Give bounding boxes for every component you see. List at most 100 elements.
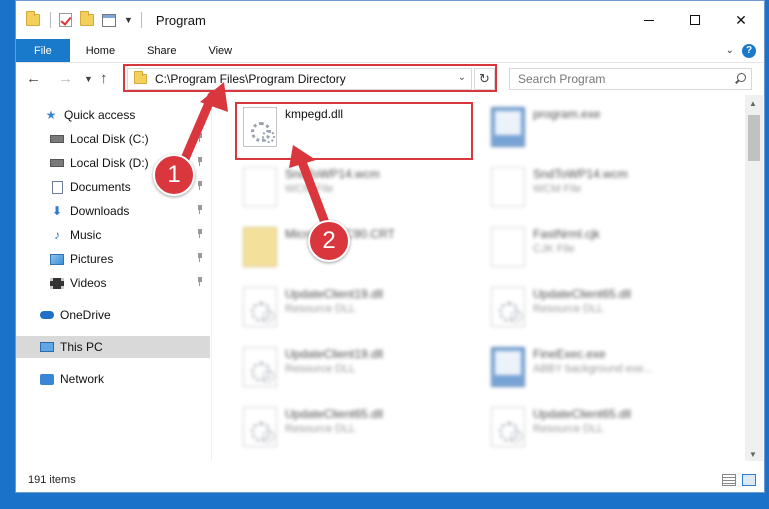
forward-arrow-icon[interactable]: → xyxy=(58,70,73,87)
step-2-badge: 2 xyxy=(308,220,350,262)
pin-icon xyxy=(196,253,204,263)
list-item[interactable]: SndToWP14.wcm WCM File xyxy=(485,159,725,215)
back-arrow-icon[interactable]: ← xyxy=(26,70,41,87)
sidebar-item-label: Pictures xyxy=(70,252,114,266)
tab-file[interactable]: File xyxy=(16,39,70,62)
help-button[interactable]: ? xyxy=(742,43,756,58)
documents-icon xyxy=(50,180,64,194)
star-icon: ★ xyxy=(45,108,57,122)
computer-icon xyxy=(40,340,54,354)
scroll-up-icon[interactable]: ▲ xyxy=(749,99,757,108)
file-name: UpdateClient19.dll xyxy=(285,347,384,361)
sidebar-item-label: Downloads xyxy=(70,204,130,218)
sidebar-item-label: Network xyxy=(60,372,105,386)
sidebar-item-label: OneDrive xyxy=(60,308,111,322)
sidebar-item-music[interactable]: ♪ Music xyxy=(16,224,210,246)
list-item[interactable]: SndToWP14.wcm WCM File xyxy=(237,159,477,215)
sidebar-item-label: Local Disk (D:) xyxy=(70,156,149,170)
search-icon[interactable] xyxy=(735,73,746,83)
file-name: FineExec.exe xyxy=(533,347,606,361)
sidebar-item-network[interactable]: Network xyxy=(16,368,210,390)
window-title: Program xyxy=(155,12,206,28)
file-type: Resource DLL xyxy=(285,423,356,435)
ribbon-right: ⌄ ? xyxy=(726,39,764,62)
file-name: UpdateClient65.dll xyxy=(285,407,384,421)
list-item[interactable]: program.exe xyxy=(485,99,725,155)
scrollbar-thumb[interactable] xyxy=(748,115,760,161)
file-name: UpdateClient65.dll xyxy=(533,287,632,301)
videos-icon xyxy=(50,276,64,290)
step-1-badge: 1 xyxy=(153,154,195,196)
sidebar-item-label: Quick access xyxy=(64,108,136,122)
close-button[interactable]: ✕ xyxy=(718,1,764,39)
minimize-button[interactable] xyxy=(626,1,672,39)
list-item[interactable]: FastNrml.cjk CJK File xyxy=(485,219,725,275)
expand-ribbon-chevron-icon[interactable]: ⌄ xyxy=(726,45,734,56)
file-name: UpdateClient19.dll xyxy=(285,287,384,301)
file-type: Resource DLL xyxy=(285,363,356,375)
list-item[interactable]: UpdateClient19.dll Resource DLL xyxy=(237,279,477,335)
sidebar-item-pictures[interactable]: Pictures xyxy=(16,248,210,270)
sidebar-item-videos[interactable]: Videos xyxy=(16,272,210,294)
folder-icon xyxy=(243,227,277,267)
sidebar-item-onedrive[interactable]: OneDrive xyxy=(16,304,210,326)
file-type: CJK File xyxy=(533,243,575,255)
exe-file-icon xyxy=(491,347,525,387)
quick-access-toolbar: ▼ xyxy=(26,11,150,28)
exe-file-icon xyxy=(491,107,525,147)
properties-check-icon[interactable] xyxy=(59,13,72,27)
sidebar-item-label: Documents xyxy=(70,180,131,194)
sidebar-item-quick-access[interactable]: ★ Quick access xyxy=(16,104,210,126)
file-type: Resource DLL xyxy=(533,423,604,435)
file-name: SndToWP14.wcm xyxy=(285,167,380,181)
music-icon: ♪ xyxy=(54,228,60,242)
address-highlight-box xyxy=(123,64,497,92)
toolbar-divider xyxy=(50,12,51,28)
new-folder-icon[interactable] xyxy=(80,11,94,26)
dll-file-icon xyxy=(491,287,525,327)
sidebar-item-local-disk-c[interactable]: Local Disk (C:) xyxy=(16,128,210,150)
sidebar-item-downloads[interactable]: ⬇ Downloads xyxy=(16,200,210,222)
large-icons-view-icon[interactable] xyxy=(742,474,756,486)
tab-view[interactable]: View xyxy=(192,39,248,62)
list-item[interactable]: UpdateClient19.dll Resource DLL xyxy=(237,339,477,395)
up-arrow-icon[interactable]: ↑ xyxy=(100,70,108,87)
sidebar-item-this-pc[interactable]: This PC xyxy=(16,336,210,358)
file-icon xyxy=(491,227,525,267)
maximize-button[interactable] xyxy=(672,1,718,39)
status-bar: 191 items xyxy=(16,469,764,491)
file-name: program.exe xyxy=(533,107,601,121)
dll-file-icon xyxy=(243,347,277,387)
list-item[interactable]: UpdateClient65.dll Resource DLL xyxy=(485,399,725,455)
downloads-icon: ⬇ xyxy=(51,204,63,218)
dll-file-icon xyxy=(243,287,277,327)
list-item[interactable]: Microsoft.VC90.CRT xyxy=(237,219,477,275)
search-input[interactable]: Search Program xyxy=(509,68,752,90)
navigation-pane: ★ Quick access Local Disk (C:) Local Dis… xyxy=(16,95,212,461)
pin-icon xyxy=(196,205,204,215)
dll-file-icon xyxy=(491,407,525,447)
toolbar-divider xyxy=(140,12,142,28)
file-type: WCM File xyxy=(533,183,582,195)
tab-share[interactable]: Share xyxy=(131,39,192,62)
properties-icon[interactable] xyxy=(102,13,116,27)
details-view-icon[interactable] xyxy=(722,474,736,486)
scroll-down-icon[interactable]: ▼ xyxy=(749,450,757,459)
list-item[interactable]: UpdateClient65.dll Resource DLL xyxy=(485,279,725,335)
recent-locations-dropdown-icon[interactable]: ▼ xyxy=(84,74,93,84)
explorer-window: ▼ Program ✕ File Home Share View ⌄ ? ← →… xyxy=(15,0,765,493)
pin-icon xyxy=(196,181,204,191)
item-count: 191 items xyxy=(28,474,76,486)
pin-icon xyxy=(196,277,204,287)
close-icon: ✕ xyxy=(735,11,747,28)
file-type: Resource DLL xyxy=(533,303,604,315)
vertical-scrollbar[interactable]: ▲ ▼ xyxy=(745,95,763,461)
pin-icon xyxy=(196,229,204,239)
list-item[interactable]: UpdateClient65.dll Resource DLL xyxy=(237,399,477,455)
list-item[interactable]: FineExec.exe ABBY background exe... xyxy=(485,339,725,395)
minimize-icon xyxy=(644,19,654,21)
file-type: Resource DLL xyxy=(285,303,356,315)
drive-icon xyxy=(50,156,64,170)
tab-home[interactable]: Home xyxy=(70,39,131,62)
customize-toolbar-dropdown-icon[interactable]: ▼ xyxy=(124,15,133,25)
